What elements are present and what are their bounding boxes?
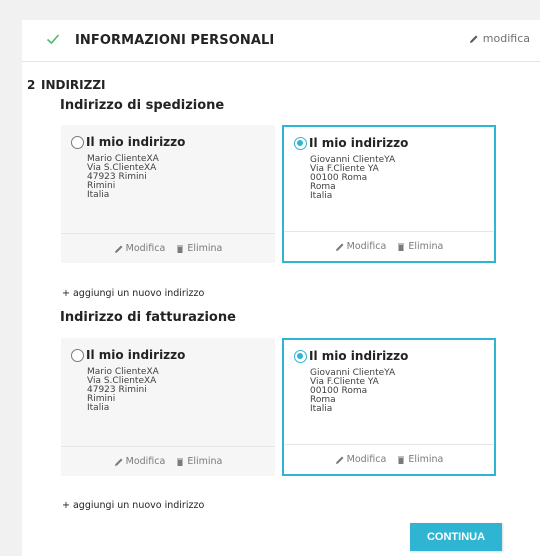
delete-address-button[interactable]: Elimina <box>396 454 443 465</box>
trash-icon <box>398 456 405 464</box>
address-card-footer: Modifica Elimina <box>61 446 275 476</box>
edit-address-button[interactable]: Modifica <box>114 243 166 254</box>
add-shipping-address-link[interactable]: + aggiungi un nuovo indirizzo <box>62 288 204 299</box>
trash-icon <box>398 243 405 251</box>
edit-personal-info-link[interactable]: modifica <box>469 32 530 45</box>
step-title: INDIRIZZI <box>41 78 106 92</box>
delete-address-label: Elimina <box>408 454 444 465</box>
pencil-icon <box>335 243 344 251</box>
edit-address-button[interactable]: Modifica <box>335 241 387 252</box>
edit-personal-info-label: modifica <box>482 32 530 45</box>
address-alias: Il mio indirizzo <box>86 135 186 149</box>
step-personal-info-title: INFORMAZIONI PERSONALI <box>75 33 275 48</box>
pencil-icon <box>335 456 344 464</box>
address-line: Italia <box>310 191 333 201</box>
address-alias: Il mio indirizzo <box>86 348 186 362</box>
delete-address-button[interactable]: Elimina <box>175 456 222 467</box>
delete-address-button[interactable]: Elimina <box>175 243 222 254</box>
billing-radio-1[interactable] <box>71 348 84 362</box>
pencil-icon <box>114 458 123 466</box>
pencil-icon <box>469 35 478 43</box>
continue-button[interactable]: CONTINUA <box>410 523 502 551</box>
address-line: Italia <box>87 190 110 200</box>
edit-address-label: Modifica <box>125 243 166 254</box>
address-card-footer: Modifica Elimina <box>284 444 494 474</box>
trash-icon <box>177 458 184 466</box>
address-alias: Il mio indirizzo <box>309 136 409 150</box>
shipping-card-2-header[interactable]: Il mio indirizzo <box>294 136 408 150</box>
address-lines: Giovanni ClienteYA Via F.Cliente YA 0010… <box>310 369 395 414</box>
billing-address-card-2[interactable]: Il mio indirizzo Giovanni ClienteYA Via … <box>282 338 496 476</box>
address-card-footer: Modifica Elimina <box>284 231 494 261</box>
shipping-address-card-2[interactable]: Il mio indirizzo Giovanni ClienteYA Via … <box>282 125 496 263</box>
address-lines: Mario ClienteXA Via S.ClienteXA 47923 Ri… <box>87 155 159 200</box>
shipping-section-title: Indirizzo di spedizione <box>60 98 225 113</box>
delete-address-label: Elimina <box>187 243 223 254</box>
edit-address-label: Modifica <box>125 456 166 467</box>
billing-address-card-1[interactable]: Il mio indirizzo Mario ClienteXA Via S.C… <box>61 338 275 476</box>
address-alias: Il mio indirizzo <box>309 349 409 363</box>
check-icon <box>46 34 60 45</box>
checkout-panel: INFORMAZIONI PERSONALI modifica 2 INDIRI… <box>22 20 540 556</box>
pencil-icon <box>114 245 123 253</box>
address-line: Italia <box>87 403 110 413</box>
billing-card-1-header[interactable]: Il mio indirizzo <box>71 348 185 362</box>
billing-card-2-header[interactable]: Il mio indirizzo <box>294 349 408 363</box>
edit-address-label: Modifica <box>346 454 387 465</box>
delete-address-button[interactable]: Elimina <box>396 241 443 252</box>
address-lines: Mario ClienteXA Via S.ClienteXA 47923 Ri… <box>87 368 159 413</box>
edit-address-button[interactable]: Modifica <box>114 456 166 467</box>
step-number: 2 <box>27 78 36 92</box>
address-lines: Giovanni ClienteYA Via F.Cliente YA 0010… <box>310 156 395 201</box>
address-line: Italia <box>310 404 333 414</box>
edit-address-label: Modifica <box>346 241 387 252</box>
billing-radio-2[interactable] <box>294 349 307 363</box>
billing-section-title: Indirizzo di fatturazione <box>60 310 236 325</box>
shipping-address-card-1[interactable]: Il mio indirizzo Mario ClienteXA Via S.C… <box>61 125 275 263</box>
step-personal-info[interactable]: INFORMAZIONI PERSONALI modifica <box>22 20 540 62</box>
delete-address-label: Elimina <box>187 456 223 467</box>
shipping-radio-1[interactable] <box>71 135 84 149</box>
shipping-card-1-header[interactable]: Il mio indirizzo <box>71 135 185 149</box>
add-billing-address-link[interactable]: + aggiungi un nuovo indirizzo <box>62 500 204 511</box>
edit-address-button[interactable]: Modifica <box>335 454 387 465</box>
trash-icon <box>177 245 184 253</box>
delete-address-label: Elimina <box>408 241 444 252</box>
shipping-radio-2[interactable] <box>294 136 307 150</box>
address-card-footer: Modifica Elimina <box>61 233 275 263</box>
